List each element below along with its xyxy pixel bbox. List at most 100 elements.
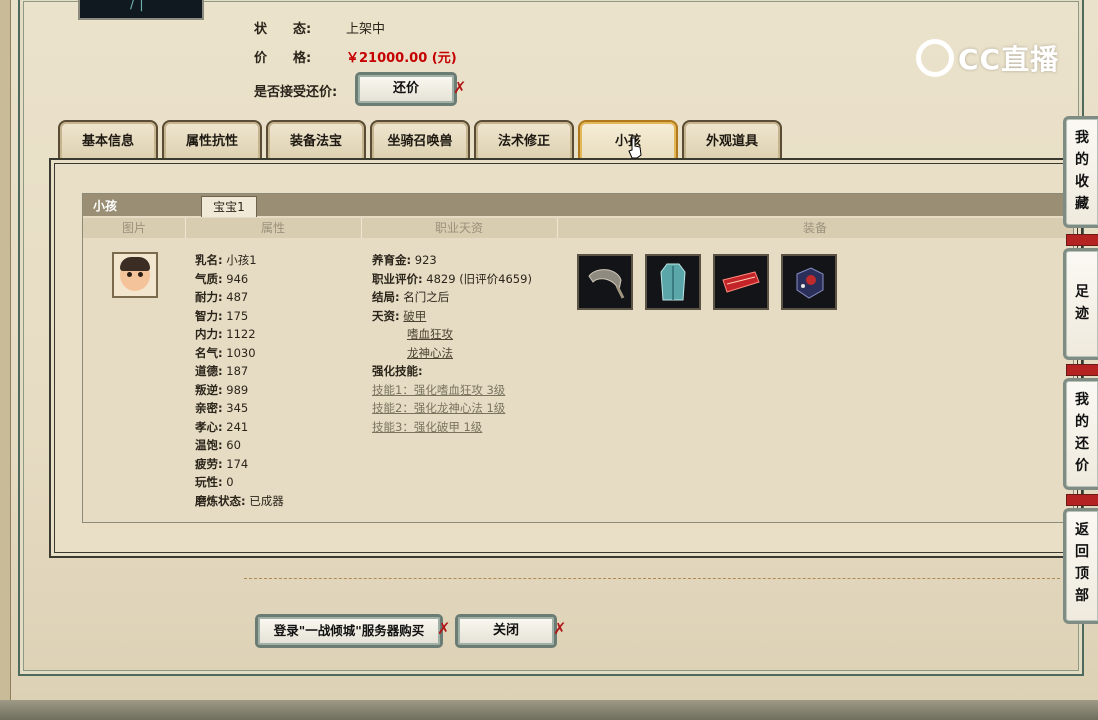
sidebar-back-to-top[interactable]: 返回顶部 (1063, 508, 1098, 624)
skill-row: 技能2：强化龙神心法 1级 (372, 399, 532, 418)
talent-link[interactable]: 破甲 (403, 309, 426, 323)
bottom-edge-strip (0, 700, 1098, 720)
item-thumbnail: / | (78, 0, 204, 20)
rope-belt-icon[interactable] (577, 254, 633, 310)
attr-key: 玩性: (195, 475, 223, 489)
attr-row: 名气: 1030 (195, 344, 284, 363)
career-skills: 强化技能: (372, 362, 532, 381)
tab-appearance[interactable]: 外观道具 (682, 120, 782, 160)
sidebar-separator (1066, 364, 1098, 376)
career-gold-value: 923 (414, 253, 437, 267)
career-skills-key: 强化技能: (372, 364, 423, 378)
table-header: 图片 属性 职业天资 装备 (83, 218, 1073, 238)
close-mark-icon: ✗ (553, 619, 567, 638)
attr-row: 气质: 946 (195, 270, 284, 289)
dark-cube-icon[interactable] (781, 254, 837, 310)
bargain-row: 是否接受还价: (254, 81, 337, 100)
attr-row: 耐力: 487 (195, 288, 284, 307)
attr-row: 乳名: 小孩1 (195, 251, 284, 270)
attr-value: 187 (226, 364, 249, 378)
status-value: 上架中 (346, 22, 386, 37)
logo-text: CC直播 (958, 43, 1060, 76)
skill-link[interactable]: 技能1：强化嗜血狂攻 3级 (372, 383, 505, 397)
talent-link[interactable]: 龙神心法 (407, 346, 453, 360)
attr-key: 名气: (195, 345, 223, 360)
attribute-list: 乳名: 小孩1 气质: 946 耐力: 487 智力: 175 内力: 1122… (195, 251, 284, 510)
tab-spell-correction[interactable]: 法术修正 (474, 120, 574, 160)
left-edge-strip (0, 0, 11, 720)
col-header-career: 职业天资 (361, 218, 558, 238)
status-label: 状 态: (254, 22, 312, 37)
career-talent-2: 嗜血狂攻 (372, 325, 532, 344)
sidebar-footprints[interactable]: 足迹 (1063, 248, 1098, 360)
skill-link[interactable]: 技能3：强化破甲 1级 (372, 420, 482, 434)
col-header-equipment: 装备 (802, 221, 827, 235)
attr-value: 1030 (226, 345, 256, 360)
attr-row: 内力: 1122 (195, 325, 284, 344)
attr-key: 气质: (195, 271, 223, 286)
child-title: 小孩 (93, 199, 118, 213)
section-divider (244, 578, 1060, 579)
bargain-button[interactable]: 还价 (355, 72, 457, 106)
career-rating: 职业评价: 4829 (旧评价4659) (372, 270, 532, 289)
attr-value: 1122 (226, 327, 256, 341)
attr-row: 玩性: 0 (195, 473, 284, 492)
career-rating-key: 职业评价: (372, 271, 423, 286)
skill-link[interactable]: 技能2：强化龙神心法 1级 (372, 401, 505, 415)
login-buy-button[interactable]: 登录"一战倾城"服务器购买 (255, 614, 443, 648)
price-row: 价 格: ￥21000.00 (元) (254, 47, 457, 66)
attr-key: 磨炼状态: (195, 493, 246, 508)
tab-mounts[interactable]: 坐骑召唤兽 (370, 120, 470, 160)
sidebar-favorites[interactable]: 我的收藏 (1063, 116, 1098, 228)
close-mark-icon: ✗ (453, 78, 467, 97)
attr-key: 内力: (195, 327, 223, 341)
avatar-hair (120, 257, 150, 271)
career-talent-3: 龙神心法 (372, 344, 532, 363)
career-gold: 养育金: 923 (372, 251, 532, 270)
attr-row: 磨炼状态: 已成器 (195, 492, 284, 511)
attr-key: 孝心: (195, 419, 223, 434)
attr-value: 946 (226, 271, 249, 286)
child-avatar (112, 252, 158, 298)
hand-cursor-icon (628, 137, 642, 159)
skill-row: 技能1：强化嗜血狂攻 3级 (372, 381, 532, 400)
attr-row: 道德: 187 (195, 362, 284, 381)
close-button[interactable]: 关闭 (455, 614, 557, 648)
career-ending-value: 名门之后 (403, 290, 450, 304)
attr-value: 已成器 (249, 493, 284, 508)
attr-row: 亲密: 345 (195, 399, 284, 418)
career-ending: 结局: 名门之后 (372, 288, 532, 307)
col-header-attributes: 属性 (185, 218, 362, 238)
career-column: 养育金: 923 职业评价: 4829 (旧评价4659) 结局: 名门之后 天… (372, 251, 532, 436)
attr-row: 孝心: 241 (195, 418, 284, 437)
attr-value: 989 (226, 382, 249, 397)
tab-attributes[interactable]: 属性抗性 (162, 120, 262, 160)
attr-row: 疲劳: 174 (195, 455, 284, 474)
sidebar-my-bargains[interactable]: 我的还价 (1063, 378, 1098, 490)
close-mark-icon: ✗ (437, 619, 451, 638)
attr-key: 道德: (195, 364, 223, 378)
talent-link[interactable]: 嗜血狂攻 (407, 327, 453, 341)
attr-row: 叛逆: 989 (195, 381, 284, 400)
tab-basic-info[interactable]: 基本信息 (58, 120, 158, 160)
attr-key: 亲密: (195, 401, 223, 415)
attr-key: 温饱: (195, 438, 223, 452)
sidebar-favorites-label: 我的收藏 (1075, 130, 1089, 212)
subtab-baby-1[interactable]: 宝宝1 (201, 196, 257, 217)
attr-value: 175 (226, 308, 249, 323)
cc-logo-icon (916, 39, 954, 77)
career-ending-key: 结局: (372, 290, 400, 304)
attr-key: 乳名: (195, 253, 223, 267)
sidebar-back-to-top-label: 返回顶部 (1075, 522, 1089, 604)
sidebar-separator (1066, 234, 1098, 246)
career-talent: 天资: 破甲 (372, 307, 532, 326)
attr-key: 智力: (195, 308, 223, 323)
blue-robe-icon[interactable] (645, 254, 701, 310)
tab-equipment[interactable]: 装备法宝 (266, 120, 366, 160)
cc-live-logo: CC直播 (916, 38, 1059, 80)
red-scroll-icon[interactable] (713, 254, 769, 310)
attr-value: 345 (226, 401, 249, 415)
avatar-eye-right (138, 272, 143, 277)
sidebar-separator (1066, 494, 1098, 506)
attr-value: 0 (226, 475, 234, 489)
